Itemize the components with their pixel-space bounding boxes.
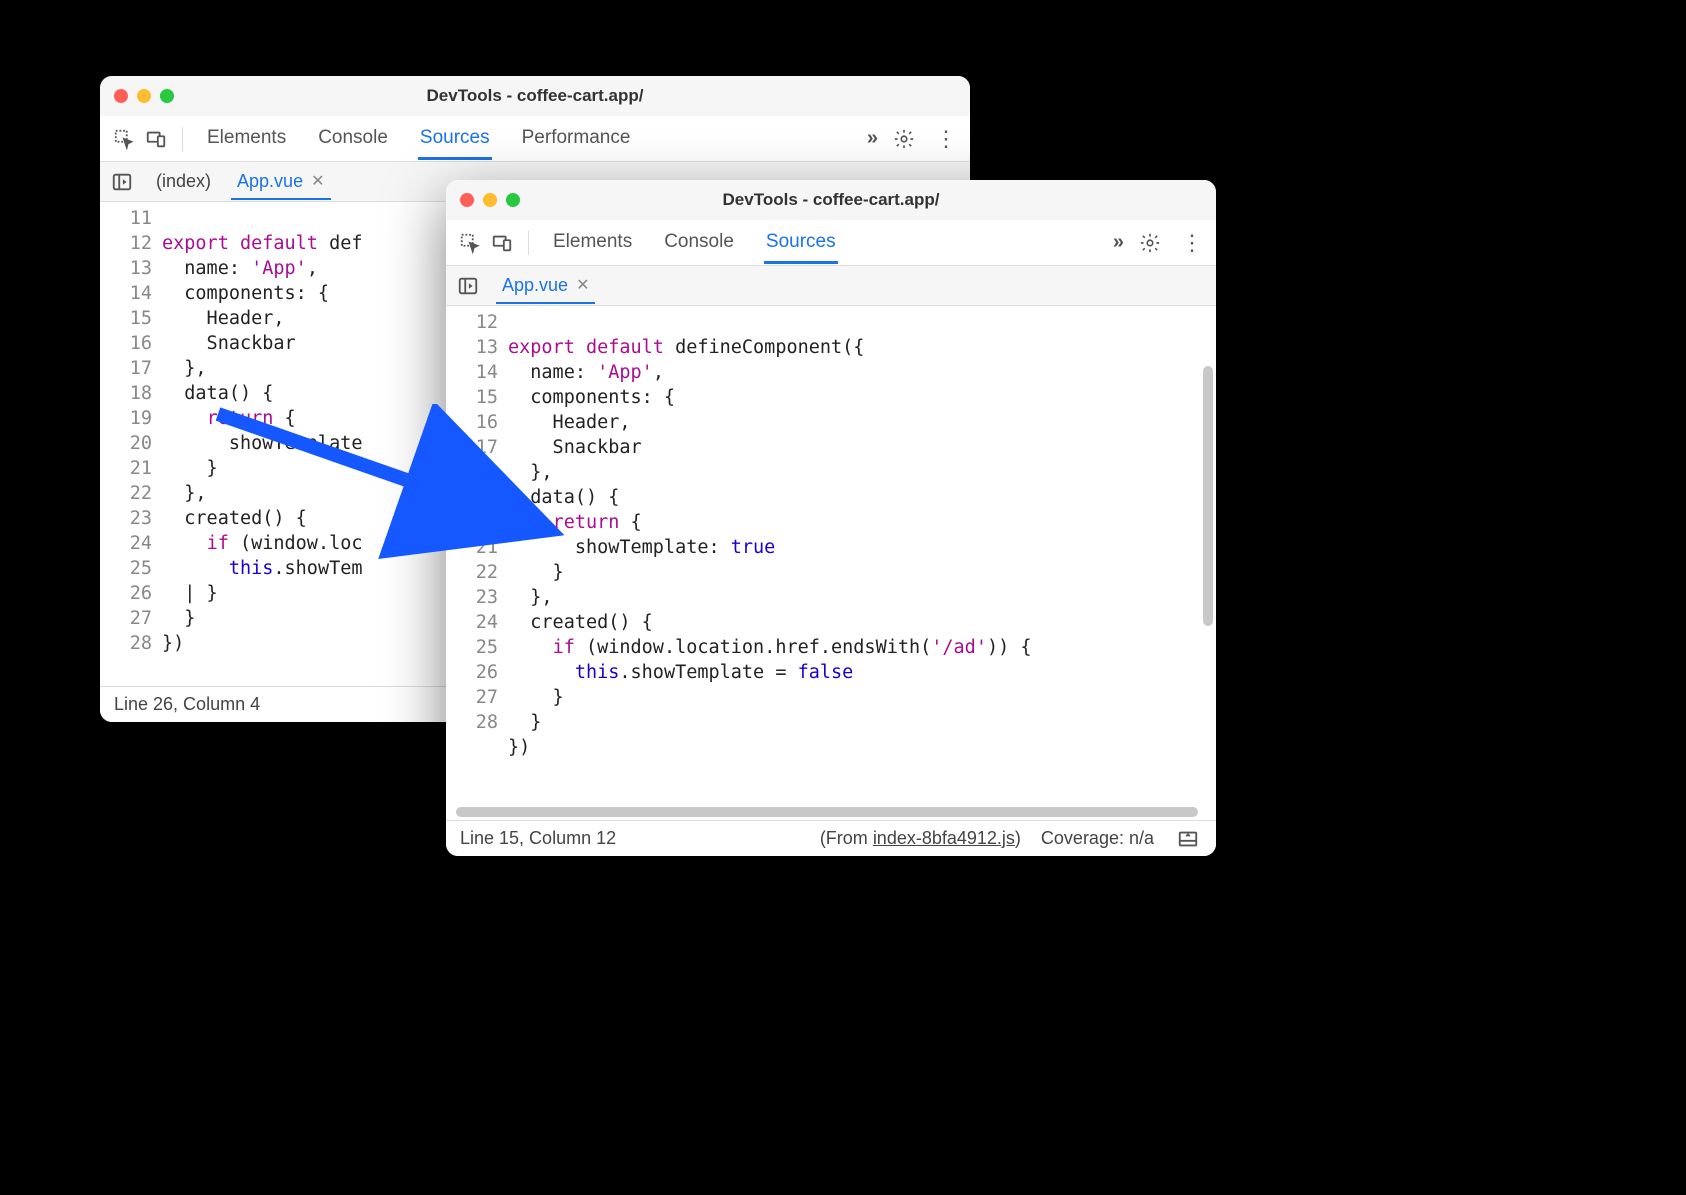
close-window-icon[interactable] bbox=[114, 89, 128, 103]
more-tabs-icon[interactable]: » bbox=[867, 127, 876, 150]
horizontal-scrollbar[interactable] bbox=[456, 807, 1198, 817]
kebab-menu-icon[interactable]: ⋮ bbox=[1178, 229, 1206, 257]
coverage-status: Coverage: n/a bbox=[1041, 828, 1154, 849]
inspect-element-icon[interactable] bbox=[110, 125, 138, 153]
status-bar: Line 15, Column 12 (From index-8bfa4912.… bbox=[446, 820, 1216, 856]
minimize-window-icon[interactable] bbox=[483, 193, 497, 207]
device-toggle-icon[interactable] bbox=[142, 125, 170, 153]
window-title: DevTools - coffee-cart.app/ bbox=[446, 190, 1216, 210]
titlebar: DevTools - coffee-cart.app/ bbox=[100, 76, 970, 116]
main-toolbar: Elements Console Sources Performance » ⋮ bbox=[100, 116, 970, 162]
close-tab-icon[interactable]: ✕ bbox=[311, 171, 324, 191]
cursor-position: Line 26, Column 4 bbox=[114, 694, 260, 715]
main-toolbar: Elements Console Sources » ⋮ bbox=[446, 220, 1216, 266]
file-tab-label: (index) bbox=[156, 171, 211, 192]
close-window-icon[interactable] bbox=[460, 193, 474, 207]
traffic-lights bbox=[114, 89, 174, 103]
toolbar-separator bbox=[528, 231, 529, 255]
file-tabs: App.vue ✕ bbox=[446, 266, 1216, 306]
device-toggle-icon[interactable] bbox=[488, 229, 516, 257]
tab-performance[interactable]: Performance bbox=[520, 119, 633, 159]
file-tab-appvue[interactable]: App.vue ✕ bbox=[496, 269, 595, 304]
show-drawer-icon[interactable] bbox=[1174, 825, 1202, 853]
navigator-toggle-icon[interactable] bbox=[108, 168, 136, 196]
zoom-window-icon[interactable] bbox=[160, 89, 174, 103]
zoom-window-icon[interactable] bbox=[506, 193, 520, 207]
tab-console[interactable]: Console bbox=[316, 119, 390, 159]
settings-icon[interactable] bbox=[890, 125, 918, 153]
toolbar-right: » ⋮ bbox=[867, 125, 960, 153]
settings-icon[interactable] bbox=[1136, 229, 1164, 257]
minimize-window-icon[interactable] bbox=[137, 89, 151, 103]
close-tab-icon[interactable]: ✕ bbox=[576, 275, 589, 295]
toolbar-separator bbox=[182, 127, 183, 151]
file-tab-label: App.vue bbox=[237, 171, 303, 192]
kebab-menu-icon[interactable]: ⋮ bbox=[932, 125, 960, 153]
tab-elements[interactable]: Elements bbox=[551, 223, 634, 263]
tab-elements[interactable]: Elements bbox=[205, 119, 288, 159]
source-mapped-from: (From index-8bfa4912.js) bbox=[820, 828, 1021, 849]
file-tab-index[interactable]: (index) bbox=[150, 165, 217, 198]
inspect-element-icon[interactable] bbox=[456, 229, 484, 257]
code-content[interactable]: export default defineComponent({ name: '… bbox=[508, 306, 1216, 820]
source-map-link[interactable]: index-8bfa4912.js bbox=[873, 828, 1015, 848]
tab-console[interactable]: Console bbox=[662, 223, 736, 263]
titlebar: DevTools - coffee-cart.app/ bbox=[446, 180, 1216, 220]
traffic-lights bbox=[460, 193, 520, 207]
line-gutter: 111213141516171819202122232425262728 bbox=[100, 202, 162, 686]
tab-sources[interactable]: Sources bbox=[764, 223, 838, 264]
cursor-position: Line 15, Column 12 bbox=[460, 828, 616, 849]
toolbar-right: » ⋮ bbox=[1113, 229, 1206, 257]
more-tabs-icon[interactable]: » bbox=[1113, 231, 1122, 254]
line-gutter: 1213141516171819202122232425262728 bbox=[446, 306, 508, 820]
navigator-toggle-icon[interactable] bbox=[454, 272, 482, 300]
file-tab-appvue[interactable]: App.vue ✕ bbox=[231, 165, 330, 200]
vertical-scrollbar[interactable] bbox=[1203, 366, 1213, 626]
panel-tabs: Elements Console Sources bbox=[551, 223, 1109, 263]
tab-sources[interactable]: Sources bbox=[418, 119, 492, 160]
window-title: DevTools - coffee-cart.app/ bbox=[100, 86, 970, 106]
file-tab-label: App.vue bbox=[502, 275, 568, 296]
code-editor[interactable]: 1213141516171819202122232425262728 expor… bbox=[446, 306, 1216, 820]
devtools-window-front: DevTools - coffee-cart.app/ Elements Con… bbox=[446, 180, 1216, 856]
panel-tabs: Elements Console Sources Performance bbox=[205, 119, 863, 159]
